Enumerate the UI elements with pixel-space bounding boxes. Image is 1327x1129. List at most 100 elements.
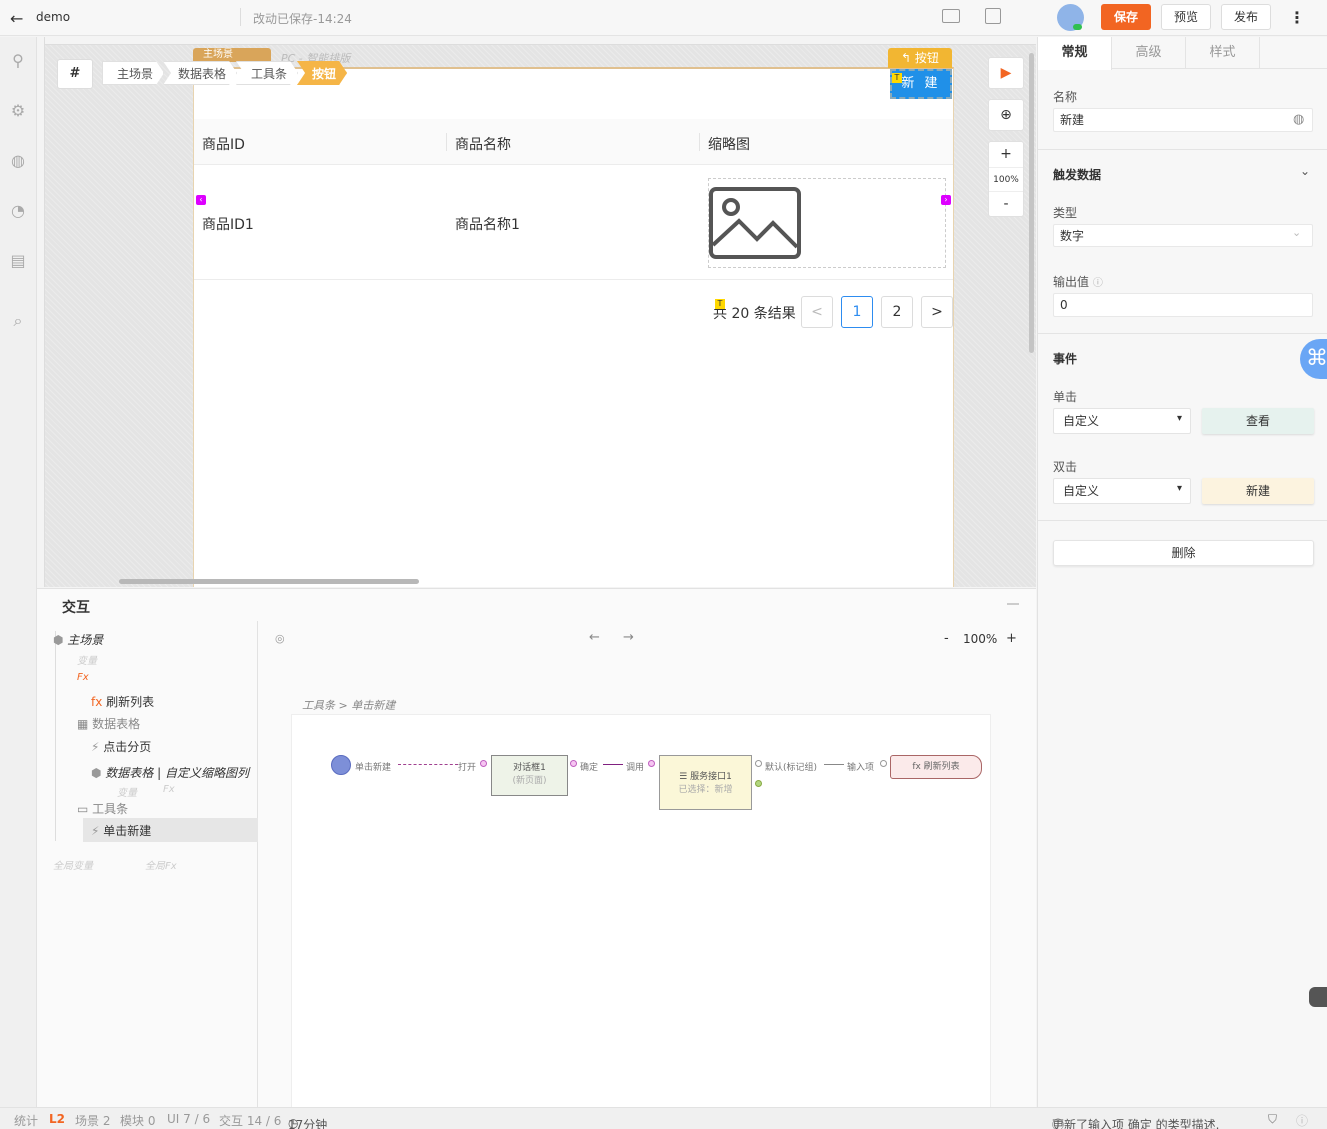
flow-port[interactable] bbox=[880, 760, 887, 767]
design-canvas[interactable]: 主场景 PC - 智能排版 商品ID 商品名称 缩略图 商品ID1 商品名称1 … bbox=[37, 37, 1036, 587]
info-icon[interactable]: ⓘ bbox=[1296, 1112, 1308, 1129]
tree-node-data-table[interactable]: ▦ 数据表格 bbox=[77, 715, 140, 732]
tree-node-refresh-list[interactable]: fx 刷新列表 bbox=[91, 693, 154, 710]
pager-page-button[interactable]: 1 bbox=[841, 296, 873, 328]
column-header[interactable]: 缩略图 bbox=[708, 134, 750, 154]
preview-button[interactable]: 预览 bbox=[1161, 4, 1211, 30]
publish-button[interactable]: 发布 bbox=[1221, 4, 1271, 30]
column-header[interactable]: 商品ID bbox=[202, 134, 245, 154]
chevron-down-icon[interactable]: ⌄ bbox=[1300, 164, 1310, 178]
command-icon[interactable]: ⌘ bbox=[1300, 339, 1327, 379]
ui-count: UI 7 / 6 bbox=[167, 1112, 211, 1126]
locate-icon[interactable]: ◎ bbox=[275, 632, 285, 645]
undo-arrow-icon[interactable]: ← bbox=[589, 630, 600, 645]
tree-node-main-scene[interactable]: ⬢ 主场景 bbox=[53, 631, 103, 648]
shield-icon[interactable]: ⛉ bbox=[1268, 1112, 1277, 1127]
back-arrow-icon[interactable]: ← bbox=[10, 9, 23, 28]
tree-node-fx[interactable]: Fx bbox=[163, 784, 175, 795]
left-rail: ⚲ ⚙ ◍ ◔ ▤ ⌕ bbox=[0, 37, 37, 1107]
output-label: 输出值 ⓘ bbox=[1053, 273, 1103, 290]
toolbar-button-label[interactable]: ↰ 按钮 bbox=[888, 48, 952, 68]
flow-port[interactable] bbox=[480, 760, 487, 767]
globe-icon[interactable]: ◍ bbox=[1293, 112, 1304, 127]
tree-node-var[interactable]: 变量 bbox=[117, 784, 137, 799]
flow-zoom-in-button[interactable]: + bbox=[1006, 631, 1017, 646]
palette-icon[interactable]: ◔ bbox=[8, 201, 28, 221]
report-icon[interactable]: ▤ bbox=[8, 251, 28, 271]
name-field[interactable]: 新建 bbox=[1053, 108, 1313, 132]
new-event-button[interactable]: 新建 bbox=[1202, 478, 1314, 504]
chevron-down-icon: ▾ bbox=[1177, 413, 1183, 424]
tab-general[interactable]: 常规 bbox=[1038, 37, 1112, 70]
delete-button[interactable]: 删除 bbox=[1053, 540, 1314, 566]
divider bbox=[1038, 149, 1327, 150]
save-button[interactable]: 保存 bbox=[1101, 4, 1151, 30]
flow-service-title: ☰ 服务接口1 bbox=[660, 769, 751, 782]
globe-icon[interactable]: ◍ bbox=[8, 151, 28, 171]
flow-canvas[interactable] bbox=[291, 714, 991, 1108]
resize-handle-left[interactable]: ‹ bbox=[196, 195, 206, 205]
zoom-in-button[interactable]: + bbox=[989, 142, 1023, 167]
thumbnail-cell[interactable] bbox=[708, 178, 946, 268]
flow-service-node[interactable]: ☰ 服务接口1 已选择：新增 bbox=[659, 755, 752, 810]
zoom-out-button[interactable]: - bbox=[989, 192, 1023, 217]
flow-port[interactable] bbox=[570, 760, 577, 767]
minimize-icon[interactable] bbox=[1007, 603, 1019, 605]
info-icon[interactable]: ⓘ bbox=[1093, 278, 1103, 289]
play-control[interactable]: ▶ bbox=[988, 57, 1024, 89]
pager-next-button[interactable]: > bbox=[921, 296, 953, 328]
tab-style[interactable]: 样式 bbox=[1186, 37, 1260, 69]
breadcrumb-item[interactable]: 数据表格 bbox=[163, 61, 237, 85]
pager-prev-button[interactable]: < bbox=[801, 296, 833, 328]
plus-circle-icon[interactable]: ⊕ bbox=[989, 100, 1023, 125]
breadcrumb-item[interactable]: 主场景 bbox=[102, 61, 164, 85]
vertical-scrollbar[interactable] bbox=[1029, 53, 1034, 353]
search-icon[interactable]: ⌕ bbox=[8, 311, 28, 331]
tree-node-click-new[interactable]: ⚡ 单击新建 bbox=[91, 822, 151, 839]
keyboard-icon[interactable] bbox=[942, 9, 960, 23]
interaction-tree: ⬢ 主场景 变量 Fx fx 刷新列表 ▦ 数据表格 ⚡ 点击分页 ⬢ 数据表格… bbox=[37, 621, 258, 1108]
play-icon[interactable]: ▶ bbox=[989, 58, 1023, 83]
flow-dialog-node[interactable]: 对话框1 (新页面) bbox=[491, 755, 568, 796]
tree-node-toolbar[interactable]: ▭ 工具条 bbox=[77, 800, 128, 817]
add-control[interactable]: ⊕ bbox=[988, 99, 1024, 131]
flow-port[interactable] bbox=[755, 780, 762, 787]
flow-port[interactable] bbox=[755, 760, 762, 767]
horizontal-scrollbar[interactable] bbox=[119, 579, 419, 584]
click-event-select[interactable]: 自定义 bbox=[1053, 408, 1191, 434]
tree-node-fx[interactable]: Fx bbox=[77, 672, 89, 683]
flow-start-label: 单击新建 bbox=[355, 763, 392, 773]
global-fx[interactable]: 全局Fx bbox=[145, 857, 177, 872]
ruler-left bbox=[37, 37, 45, 587]
flow-start-node[interactable] bbox=[331, 755, 351, 775]
view-button[interactable]: 查看 bbox=[1202, 408, 1314, 434]
dblclick-event-select[interactable]: 自定义 bbox=[1053, 478, 1191, 504]
tree-node-click-page[interactable]: ⚡ 点击分页 bbox=[91, 738, 151, 755]
redo-arrow-icon[interactable]: → bbox=[623, 630, 634, 645]
output-field[interactable]: 0 bbox=[1053, 293, 1313, 317]
breadcrumb-item-active[interactable]: 按钮 bbox=[297, 61, 347, 85]
gear-icon[interactable]: ⚙ bbox=[8, 101, 28, 121]
global-var[interactable]: 全局变量 bbox=[53, 857, 93, 872]
pager-page-button[interactable]: 2 bbox=[881, 296, 913, 328]
flow-zoom-out-button[interactable]: - bbox=[944, 631, 949, 646]
stats-label: 统计 bbox=[14, 1114, 39, 1128]
hash-button[interactable]: # bbox=[57, 59, 93, 89]
docs-icon[interactable] bbox=[985, 8, 1001, 24]
tree-node-var[interactable]: 变量 bbox=[77, 652, 97, 667]
column-header[interactable]: 商品名称 bbox=[455, 134, 511, 154]
tree-node-custom-col[interactable]: ⬢ 数据表格 | 自定义缩略图列 bbox=[91, 764, 249, 781]
flow-fx-node[interactable]: fx 刷新列表 bbox=[890, 755, 982, 779]
table-row[interactable]: 商品ID1 商品名称1 ‹ › bbox=[194, 166, 953, 280]
assistant-bot-icon[interactable] bbox=[1309, 987, 1327, 1007]
resize-handle-right[interactable]: › bbox=[941, 195, 951, 205]
table-header: 商品ID 商品名称 缩略图 bbox=[194, 119, 953, 165]
flow-port[interactable] bbox=[648, 760, 655, 767]
more-icon[interactable]: ⋮ bbox=[1289, 8, 1305, 27]
breadcrumb-item[interactable]: 工具条 bbox=[236, 61, 298, 85]
type-select[interactable]: 数字 bbox=[1053, 224, 1313, 247]
scene-tab[interactable]: 主场景 bbox=[193, 48, 271, 62]
avatar[interactable] bbox=[1057, 4, 1084, 31]
tab-advanced[interactable]: 高级 bbox=[1112, 37, 1186, 69]
plugin-icon[interactable]: ⚲ bbox=[8, 51, 28, 71]
